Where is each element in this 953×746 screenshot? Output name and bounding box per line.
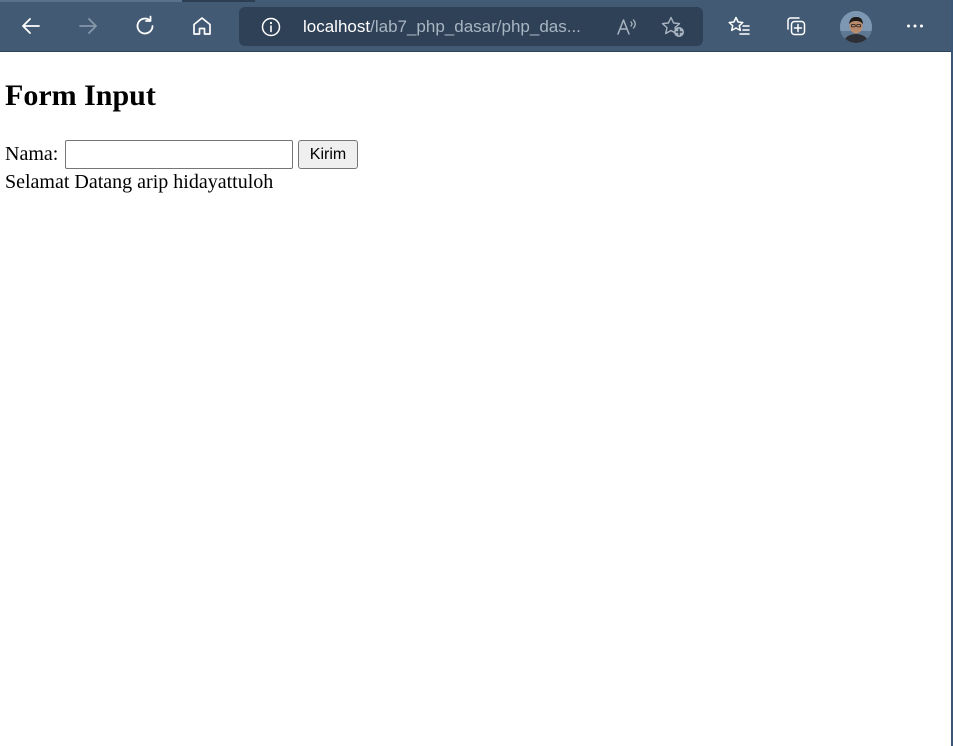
nama-input[interactable]: [65, 140, 293, 169]
nama-label: Nama:: [5, 143, 59, 165]
back-button[interactable]: [12, 8, 50, 44]
browser-toolbar: localhost/lab7_php_dasar/php_das...: [0, 0, 951, 52]
browser-window: localhost/lab7_php_dasar/php_das... Form…: [0, 0, 953, 746]
collections-icon: [787, 17, 806, 36]
home-button[interactable]: [183, 8, 221, 44]
avatar-image: [840, 11, 872, 43]
address-url[interactable]: localhost/lab7_php_dasar/php_das...: [303, 16, 603, 38]
star-plus-icon[interactable]: [660, 15, 686, 39]
address-host: localhost: [303, 17, 371, 36]
forward-button[interactable]: [69, 8, 107, 44]
more-menu-button[interactable]: [896, 8, 934, 44]
home-icon: [193, 17, 211, 35]
ellipsis-icon: [907, 24, 923, 28]
kirim-button[interactable]: Kirim: [298, 140, 358, 169]
page-content: Form Input Nama: Kirim Selamat Datang ar…: [0, 52, 951, 746]
collections-button[interactable]: [777, 8, 815, 44]
arrow-left-icon: [22, 18, 40, 34]
welcome-message: Selamat Datang arip hidayattuloh: [5, 171, 274, 193]
page-title: Form Input: [5, 79, 156, 112]
refresh-icon: [136, 15, 154, 35]
favorites-button[interactable]: [720, 8, 758, 44]
read-aloud-icon[interactable]: [615, 17, 639, 37]
address-path: /lab7_php_dasar/php_das...: [370, 17, 581, 36]
info-circle-icon[interactable]: [261, 17, 281, 37]
favorites-list-icon: [728, 16, 750, 35]
profile-avatar[interactable]: [840, 11, 872, 43]
refresh-button[interactable]: [126, 8, 164, 44]
arrow-right-icon: [79, 18, 97, 34]
active-tab-edge: [0, 0, 182, 2]
address-bar[interactable]: localhost/lab7_php_dasar/php_das...: [239, 7, 703, 46]
